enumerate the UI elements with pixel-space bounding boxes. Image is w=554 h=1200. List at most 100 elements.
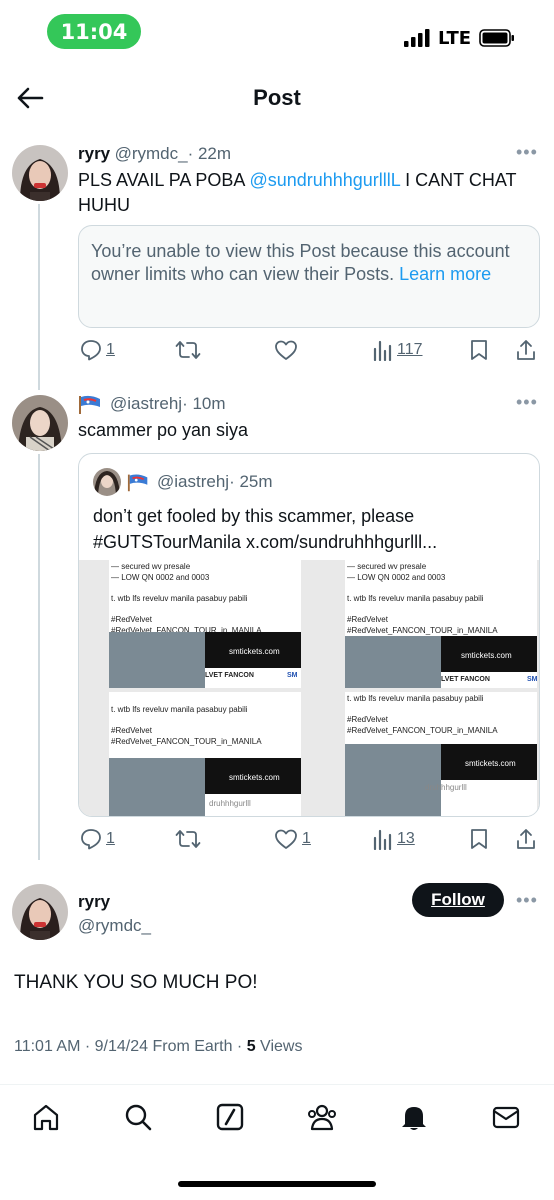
shot-text: LVET FANCON — [205, 672, 254, 679]
author-name[interactable]: ryry — [78, 144, 110, 163]
shot-text: t. wtb lfs reveluv manila pasabuy pabili — [111, 594, 248, 603]
post-text-part: PLS AVAIL PA POBA — [78, 170, 250, 190]
reply-button[interactable]: 1 — [80, 339, 115, 361]
avatar[interactable] — [12, 395, 68, 451]
shot-text: LVET FANCON — [441, 676, 490, 683]
tab-communities[interactable] — [304, 1099, 340, 1135]
status-icons: LTE — [404, 26, 515, 50]
shot-text: #RedVelvet — [111, 726, 152, 735]
home-icon — [33, 1104, 59, 1131]
views-count: 13 — [397, 830, 415, 847]
post-timestamp: 11:01 AM · 9/14/24 From Earth · — [14, 1038, 247, 1055]
ticket-photo — [345, 636, 441, 688]
shot-text: — LOW QN 0002 and 0003 — [347, 573, 446, 582]
like-button[interactable]: 1 — [274, 828, 311, 850]
shot-text: t. wtb lfs reveluv manila pasabuy pabili — [347, 694, 484, 703]
avatar[interactable] — [12, 145, 68, 201]
analytics-icon — [373, 829, 392, 850]
mention-link[interactable]: @sundruhhhgurlllL — [249, 170, 400, 190]
messages-icon — [492, 1106, 520, 1129]
home-indicator — [178, 1181, 376, 1187]
site-banner: smtickets.com — [205, 758, 301, 794]
image-tile: t. wtb lfs reveluv manila pasabuy pabili… — [109, 692, 301, 816]
shot-text: #RedVelvet — [347, 715, 388, 724]
author-handle[interactable]: @iastrehj — [110, 394, 182, 413]
post-time: · 10m — [182, 394, 226, 413]
ticket-photo — [345, 744, 441, 816]
heart-icon — [275, 829, 297, 849]
bookmark-button[interactable] — [470, 339, 488, 361]
author-handle[interactable]: @rymdc_ — [78, 914, 151, 938]
views-label: Views — [255, 1038, 303, 1055]
reply-button[interactable]: 1 — [80, 828, 115, 850]
signal-icon — [404, 29, 430, 47]
tab-home[interactable] — [28, 1099, 64, 1135]
tab-search[interactable] — [120, 1099, 156, 1135]
shot-text: t. wtb lfs reveluv manila pasabuy pabili — [347, 594, 484, 603]
heart-icon — [275, 340, 297, 360]
share-button[interactable] — [515, 339, 537, 361]
views-button[interactable]: 13 — [373, 828, 415, 850]
bookmark-button[interactable] — [470, 828, 488, 850]
shot-text: SM — [287, 672, 298, 679]
shot-text: #RedVelvet_FANCON_TOUR_in_MANILA — [347, 726, 498, 735]
battery-icon — [479, 29, 515, 47]
follow-button[interactable]: Follow — [412, 883, 504, 917]
shot-text: — secured wv presale — [111, 562, 191, 571]
avatar — [93, 468, 121, 496]
repost-icon — [175, 341, 201, 359]
page-title: Post — [253, 85, 301, 110]
shot-text: — LOW QN 0002 and 0003 — [111, 573, 210, 582]
quote-text-line: #GUTSTourManila x.com/sundruhhhgurlll... — [93, 532, 438, 552]
post-text: THANK YOU SO MUCH PO! — [14, 972, 258, 993]
repost-button[interactable] — [175, 828, 201, 850]
post-header: @iastrehj· 10m — [78, 394, 226, 414]
more-options-button[interactable]: ••• — [516, 392, 538, 413]
flag-emoji-icon — [79, 395, 100, 414]
shot-text: #RedVelvet — [111, 615, 152, 624]
tab-grok[interactable] — [212, 1099, 248, 1135]
quote-time: · 25m — [229, 472, 273, 491]
like-count: 1 — [302, 830, 311, 847]
post-time: · 22m — [187, 144, 232, 163]
reply-count: 1 — [106, 830, 115, 847]
bookmark-icon — [471, 829, 487, 849]
attached-image-collage[interactable]: — secured wv presale — LOW QN 0002 and 0… — [79, 560, 539, 816]
like-button[interactable] — [274, 339, 298, 361]
more-options-button[interactable]: ••• — [516, 890, 538, 911]
avatar[interactable] — [12, 884, 68, 940]
tab-messages[interactable] — [488, 1099, 524, 1135]
site-banner: smtickets.com — [441, 744, 537, 780]
post-text: scammer po yan siya — [78, 420, 249, 440]
share-button[interactable] — [515, 828, 537, 850]
share-icon — [517, 829, 535, 849]
communities-icon — [308, 1104, 336, 1131]
repost-icon — [175, 830, 201, 848]
views-count: 117 — [397, 341, 423, 358]
thread-connector — [38, 454, 40, 860]
restricted-notice: You’re unable to view this Post because … — [78, 225, 540, 328]
shot-text: SM — [527, 676, 537, 683]
bookmark-icon — [471, 340, 487, 360]
learn-more-link[interactable]: Learn more — [399, 264, 491, 284]
author-handle[interactable]: @rymdc_ — [115, 144, 188, 163]
post-text: PLS AVAIL PA POBA @sundruhhhgurlllL I CA… — [78, 168, 538, 218]
views-button[interactable]: 117 — [373, 339, 423, 361]
image-tile: — secured wv presale — LOW QN 0002 and 0… — [345, 560, 537, 688]
shot-text: #RedVelvet — [347, 615, 388, 624]
post-header: ryry @rymdc_· 22m — [78, 144, 231, 164]
shot-text: #RedVelvet_FANCON_TOUR_in_MANILA — [347, 626, 498, 635]
shot-text: — secured wv presale — [347, 562, 427, 571]
shot-text: t. wtb lfs reveluv manila pasabuy pabili — [111, 705, 248, 714]
image-tile: — secured wv presale — LOW QN 0002 and 0… — [109, 560, 301, 688]
quoted-post[interactable]: @iastrehj· 25m don’t get fooled by this … — [78, 453, 540, 817]
tab-notifications[interactable] — [396, 1099, 432, 1135]
shot-watermark: druhhhgurlll — [425, 783, 467, 792]
more-options-button[interactable]: ••• — [516, 142, 538, 163]
flag-emoji-icon — [127, 474, 148, 492]
author-name[interactable]: ryry — [78, 890, 151, 914]
ticket-photo — [109, 758, 205, 816]
quote-text-line: don’t get fooled by this scammer, please — [93, 506, 415, 526]
repost-button[interactable] — [175, 339, 201, 361]
notifications-icon — [402, 1107, 426, 1130]
